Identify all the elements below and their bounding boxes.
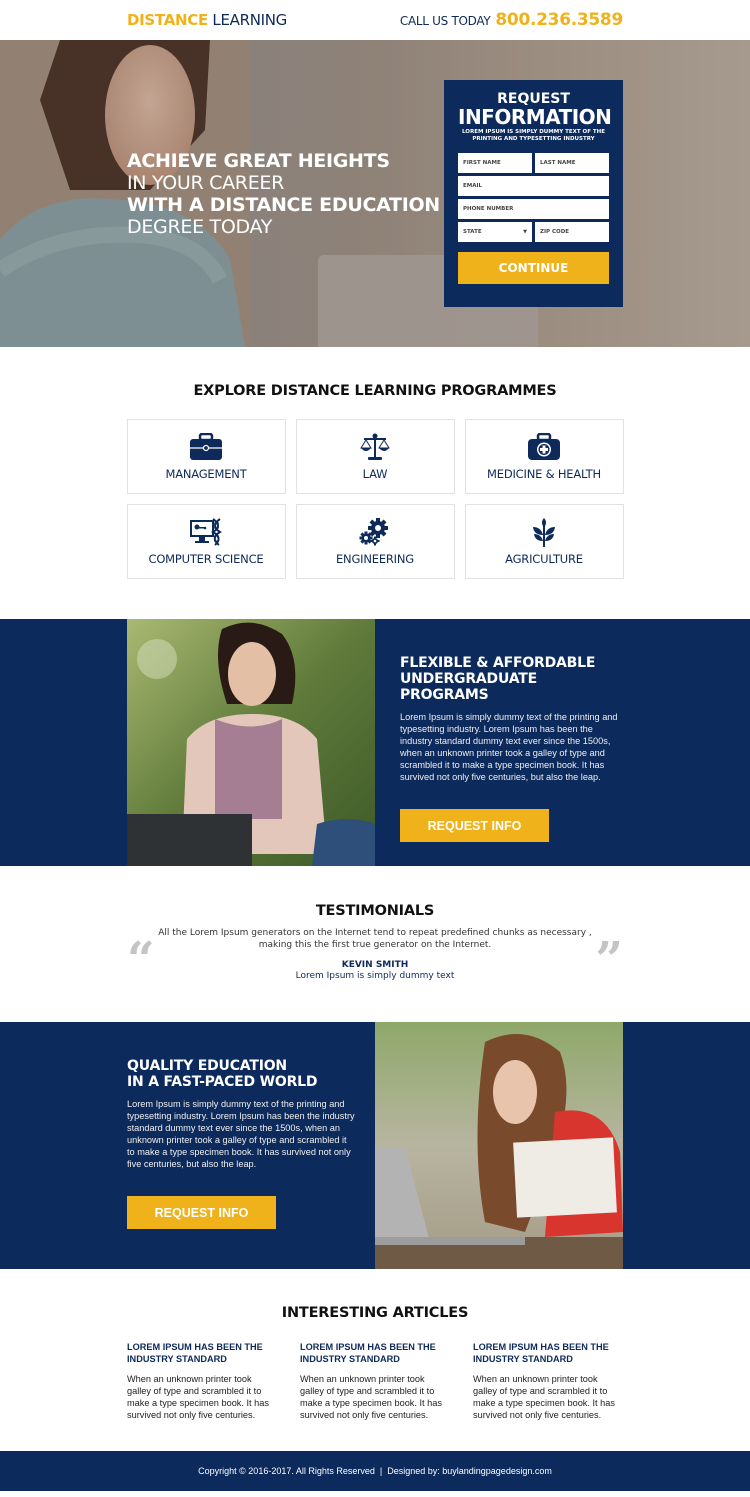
- form-subtitle: LOREM IPSUM IS SIMPLY DUMMY TEXT OF THE …: [462, 129, 605, 142]
- email-field[interactable]: EMAIL: [458, 176, 609, 196]
- hero-line-3: WITH A DISTANCE EDUCATION: [127, 194, 440, 216]
- request-info-form: REQUEST INFORMATION LOREM IPSUM IS SIMPL…: [444, 80, 623, 307]
- state-select[interactable]: STATE ▼: [458, 222, 532, 242]
- footer-copyright: Copyright © 2016-2017. All Rights Reserv…: [198, 1466, 552, 1476]
- hero-section: ACHIEVE GREAT HEIGHTS IN YOUR CAREER WIT…: [0, 40, 750, 347]
- testimonial-quote-line1: All the Lorem Ipsum generators on the In…: [158, 928, 592, 938]
- testimonials-title: TESTIMONIALS: [315, 903, 435, 919]
- testimonial-quote-line2: making this the first true generator on …: [258, 940, 492, 950]
- state-select-value: STATE: [463, 229, 482, 235]
- form-title-1: REQUEST: [497, 91, 570, 107]
- programme-card-law[interactable]: LAW: [295, 419, 455, 494]
- programme-label: MEDICINE & HEALTH: [487, 467, 601, 481]
- medical-kit-icon: [527, 432, 561, 462]
- articles-section: INTERESTING ARTICLES LOREM IPSUM HAS BEE…: [0, 1269, 750, 1451]
- call-label: CALL US TODAY: [399, 14, 491, 28]
- article-title[interactable]: LOREM IPSUM HAS BEEN THE INDUSTRY STANDA…: [300, 1341, 450, 1365]
- programme-label: MANAGEMENT: [165, 467, 247, 481]
- article-item: LOREM IPSUM HAS BEEN THE INDUSTRY STANDA…: [473, 1341, 623, 1421]
- programmes-section: EXPLORE DISTANCE LEARNING PROGRAMMES MAN…: [0, 347, 750, 619]
- student-photo-1: [127, 619, 375, 866]
- last-name-field[interactable]: LAST NAME: [535, 153, 609, 173]
- article-title[interactable]: LOREM IPSUM HAS BEEN THE INDUSTRY STANDA…: [127, 1341, 277, 1365]
- feature-title-line2: IN A FAST-PACED WORLD: [127, 1074, 318, 1090]
- form-title-2: INFORMATION: [458, 105, 612, 129]
- testimonial-quote: All the Lorem Ipsum generators on the In…: [127, 927, 623, 951]
- request-info-button[interactable]: REQUEST INFO: [127, 1196, 276, 1229]
- hero-line-1: ACHIEVE GREAT HEIGHTS: [127, 150, 390, 172]
- continue-button[interactable]: CONTINUE: [458, 252, 609, 284]
- article-body: When an unknown printer took galley of t…: [300, 1374, 442, 1420]
- first-name-field[interactable]: FIRST NAME: [458, 153, 532, 173]
- call-us: CALL US TODAY 800.236.3589: [400, 10, 623, 30]
- feature-undergraduate: FLEXIBLE & AFFORDABLE UNDERGRADUATE PROG…: [0, 619, 750, 866]
- programme-card-agriculture[interactable]: AGRICULTURE: [464, 504, 624, 579]
- gears-icon: [358, 517, 392, 547]
- computer-dna-icon: [189, 517, 223, 547]
- feature-title-line2: UNDERGRADUATE PROGRAMS: [400, 671, 537, 703]
- student-image: [127, 619, 375, 866]
- student-photo-2: [375, 1022, 623, 1269]
- testimonial-role: Lorem Ipsum is simply dummy text: [295, 971, 455, 981]
- programme-card-computer-science[interactable]: COMPUTER SCIENCE: [126, 504, 286, 579]
- feature-body: Lorem Ipsum is simply dummy text of the …: [127, 1099, 355, 1169]
- hero-line-2: IN YOUR CAREER: [127, 172, 285, 194]
- feature-title: FLEXIBLE & AFFORDABLE UNDERGRADUATE PROG…: [400, 655, 623, 703]
- programme-card-medicine[interactable]: MEDICINE & HEALTH: [464, 419, 624, 494]
- feature-title-line1: FLEXIBLE & AFFORDABLE: [400, 655, 596, 671]
- programmes-grid: MANAGEMENT LAW MEDICINE & HEALTH COMPUTE…: [0, 419, 750, 579]
- plant-icon: [527, 517, 561, 547]
- articles-grid: LOREM IPSUM HAS BEEN THE INDUSTRY STANDA…: [127, 1341, 623, 1421]
- feature-quality-education: QUALITY EDUCATION IN A FAST-PACED WORLD …: [0, 1022, 750, 1269]
- open-quote-icon: “: [127, 932, 155, 988]
- dropdown-arrow-icon: ▼: [523, 229, 527, 235]
- scales-icon: [358, 432, 392, 462]
- programmes-title: EXPLORE DISTANCE LEARNING PROGRAMMES: [193, 383, 557, 399]
- feature-title-line1: QUALITY EDUCATION: [127, 1058, 287, 1074]
- feature-body: Lorem Ipsum is simply dummy text of the …: [400, 712, 618, 782]
- logo-part1: DISTANCE: [127, 11, 208, 29]
- testimonial-author: KEVIN SMITH: [341, 960, 409, 970]
- feature-text-1: FLEXIBLE & AFFORDABLE UNDERGRADUATE PROG…: [375, 619, 623, 866]
- feature-title: QUALITY EDUCATION IN A FAST-PACED WORLD: [127, 1058, 355, 1090]
- article-body: When an unknown printer took galley of t…: [127, 1374, 269, 1420]
- article-title[interactable]: LOREM IPSUM HAS BEEN THE INDUSTRY STANDA…: [473, 1341, 623, 1365]
- programme-card-management[interactable]: MANAGEMENT: [126, 419, 286, 494]
- programme-label: COMPUTER SCIENCE: [148, 552, 264, 566]
- site-header: DISTANCE LEARNING CALL US TODAY 800.236.…: [0, 0, 750, 40]
- programme-label: AGRICULTURE: [505, 552, 583, 566]
- site-footer: Copyright © 2016-2017. All Rights Reserv…: [0, 1451, 750, 1491]
- logo[interactable]: DISTANCE LEARNING: [127, 11, 287, 29]
- request-info-button[interactable]: REQUEST INFO: [400, 809, 549, 842]
- student-image: [375, 1022, 623, 1269]
- articles-title: INTERESTING ARTICLES: [281, 1305, 469, 1321]
- phone-field[interactable]: PHONE NUMBER: [458, 199, 609, 219]
- programme-label: LAW: [362, 467, 388, 481]
- article-body: When an unknown printer took galley of t…: [473, 1374, 615, 1420]
- briefcase-icon: [189, 432, 223, 462]
- phone-number[interactable]: 800.236.3589: [495, 10, 623, 30]
- hero-line-4: DEGREE TODAY: [127, 216, 272, 238]
- testimonials-section: TESTIMONIALS All the Lorem Ipsum generat…: [0, 866, 750, 1022]
- programme-card-engineering[interactable]: ENGINEERING: [295, 504, 455, 579]
- close-quote-icon: ”: [595, 932, 623, 988]
- logo-part2: LEARNING: [212, 11, 287, 29]
- article-item: LOREM IPSUM HAS BEEN THE INDUSTRY STANDA…: [300, 1341, 450, 1421]
- hero-headline: ACHIEVE GREAT HEIGHTS IN YOUR CAREER WIT…: [127, 150, 440, 238]
- programme-label: ENGINEERING: [335, 552, 414, 566]
- feature-text-2: QUALITY EDUCATION IN A FAST-PACED WORLD …: [127, 1022, 375, 1269]
- article-item: LOREM IPSUM HAS BEEN THE INDUSTRY STANDA…: [127, 1341, 277, 1421]
- zip-code-field[interactable]: ZIP CODE: [535, 222, 609, 242]
